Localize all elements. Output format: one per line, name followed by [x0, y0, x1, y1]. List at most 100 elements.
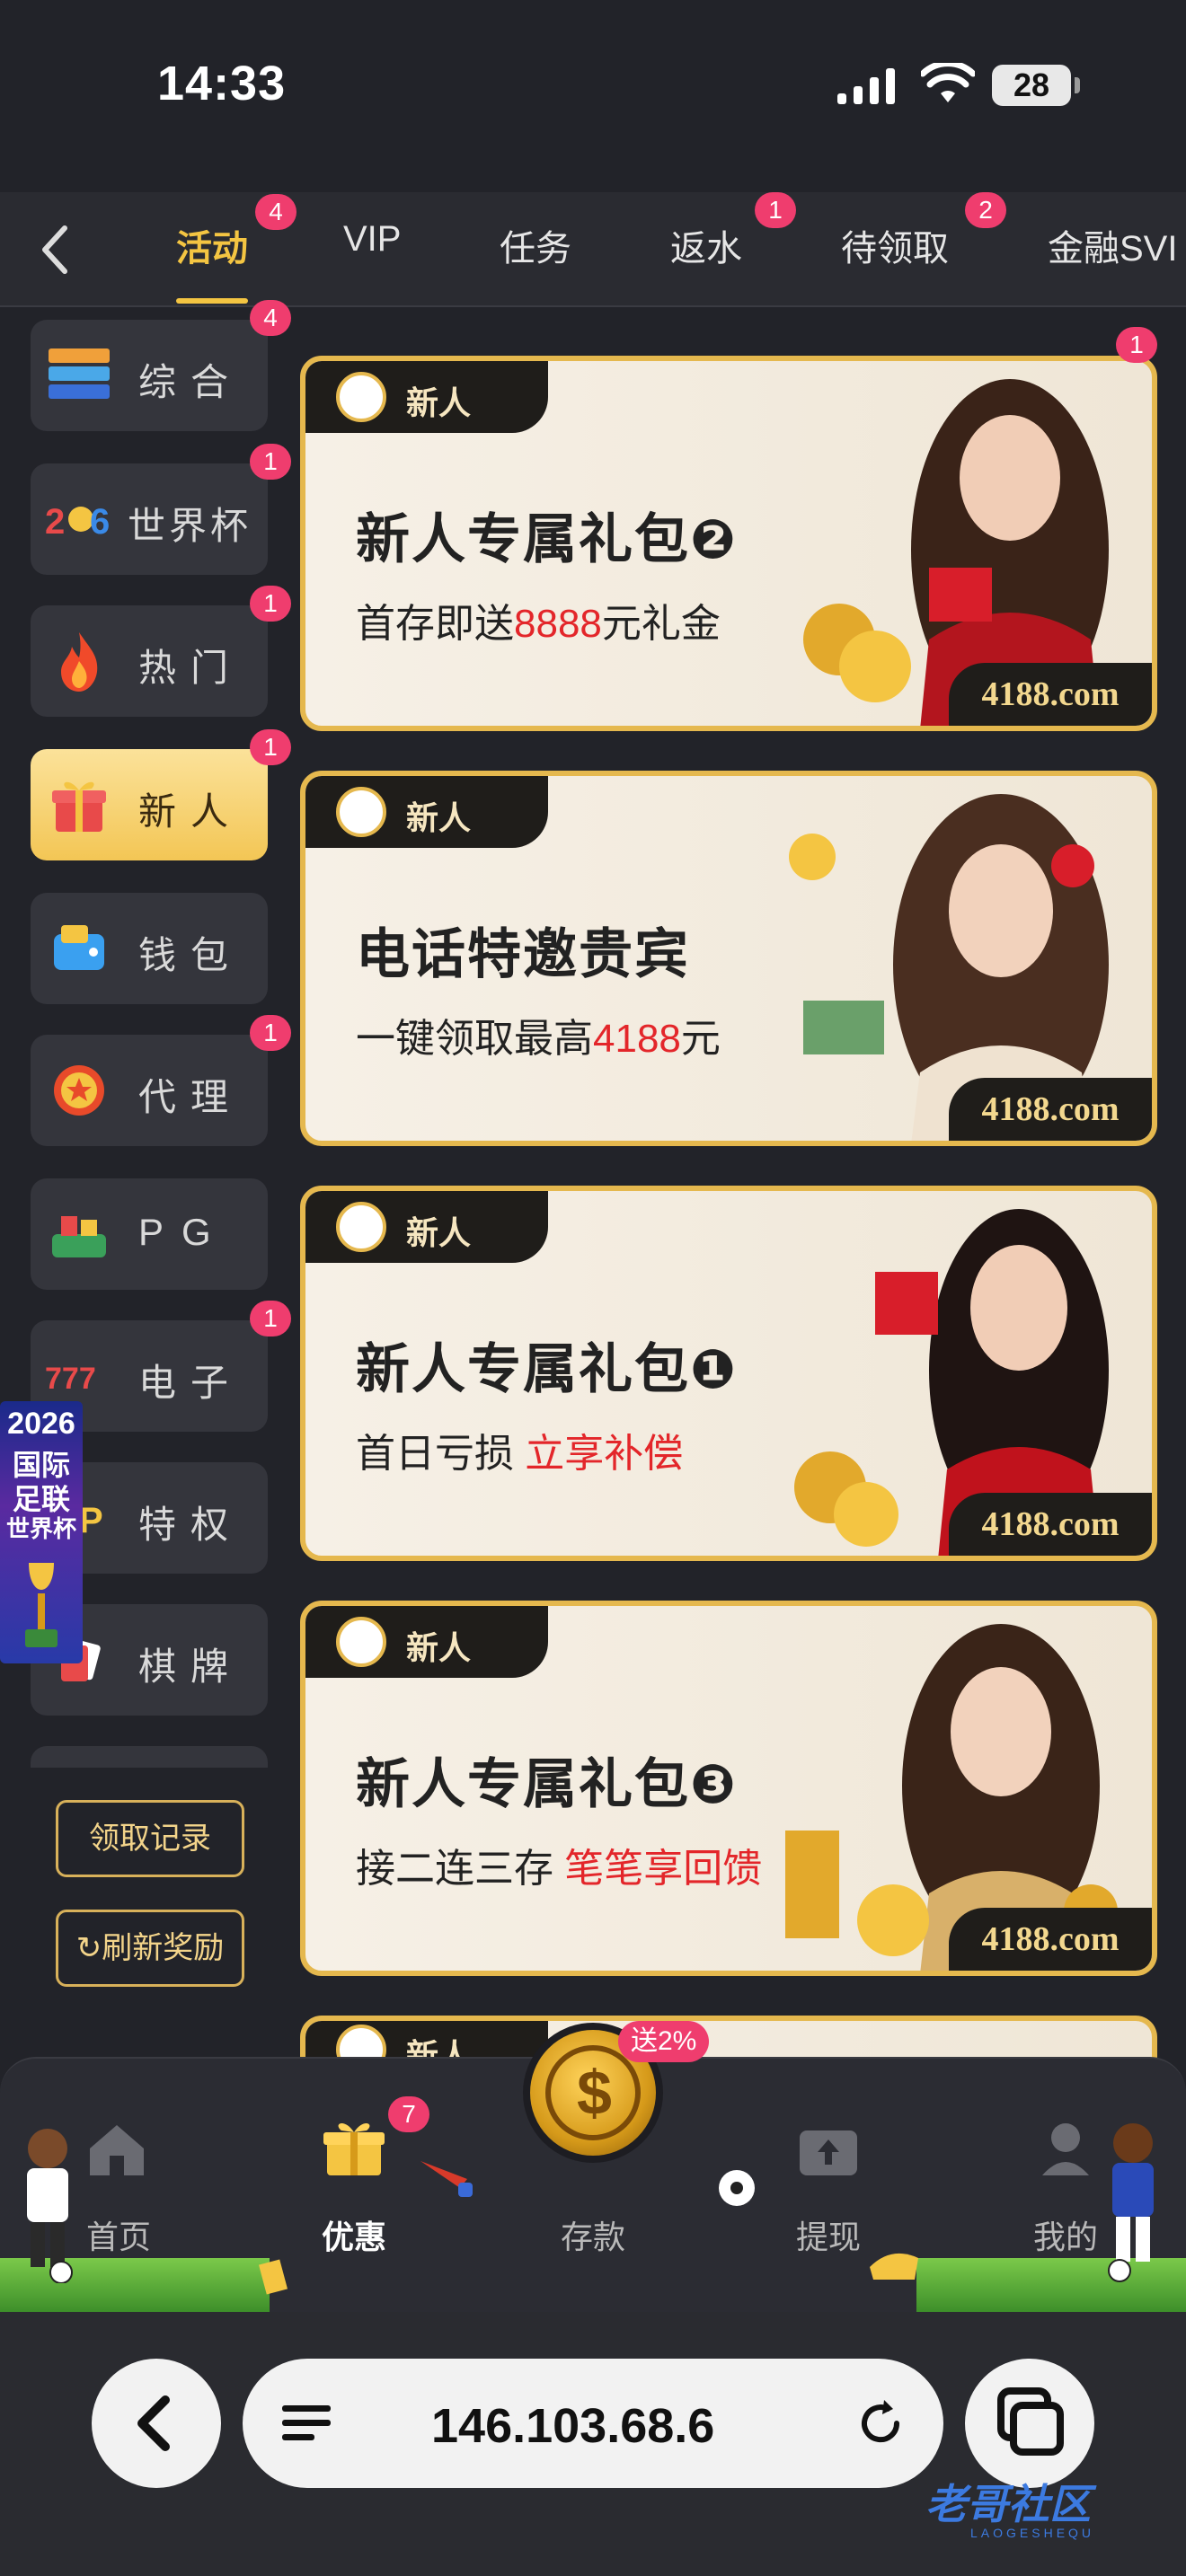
- svg-text:$: $: [577, 2058, 612, 2128]
- user-plus-icon: [336, 1202, 386, 1252]
- soccer-ball-icon: [719, 2170, 755, 2206]
- svg-text:2: 2: [45, 502, 65, 542]
- tab-finance[interactable]: 金融SVI: [1048, 219, 1177, 271]
- side-item-pg[interactable]: PG: [31, 1178, 268, 1290]
- reload-icon[interactable]: [854, 2396, 907, 2450]
- card-site: 4188.com: [949, 663, 1152, 726]
- trophy-icon: [25, 1563, 58, 1647]
- side-item-hot[interactable]: 热门 1: [31, 586, 291, 717]
- side-badge: 4: [250, 300, 291, 336]
- card-subtitle-text: 首日亏损: [356, 1432, 526, 1476]
- tab-badge: 2: [965, 192, 1006, 228]
- chevron-left-icon: [137, 2395, 170, 2451]
- side-item-agent[interactable]: 代理 1: [31, 1015, 291, 1146]
- refresh-rewards-button[interactable]: ↻刷新奖励: [56, 1910, 244, 1987]
- claim-records-button[interactable]: 领取记录: [56, 1800, 244, 1877]
- tab-badge: 1: [755, 192, 796, 228]
- side-item-general[interactable]: 综合 4: [31, 300, 291, 431]
- promo-card[interactable]: 新人 新人专属礼包❷ 首存即送8888元礼金 4188.com: [300, 356, 1157, 731]
- promo-card[interactable]: 新人 电话特邀贵宾 一键领取最高4188元 4188.com: [300, 771, 1157, 1146]
- player-mascot-left: [27, 2129, 73, 2283]
- card-badge: 1: [1116, 327, 1157, 363]
- card-site: 4188.com: [949, 1078, 1152, 1141]
- promo-card[interactable]: 新人 新人专属礼包❶ 首日亏损 立享补偿 4188.com: [300, 1186, 1157, 1561]
- side-item-world-cup[interactable]: 26 世界杯 1: [31, 444, 291, 575]
- wallet-icon: [54, 925, 104, 970]
- menu-lines-icon[interactable]: [280, 2398, 334, 2448]
- card-subtitle-highlight: 笔笔享回馈: [564, 1847, 763, 1891]
- back-arrow-icon[interactable]: [29, 216, 83, 284]
- active-tab-indicator: [176, 298, 248, 304]
- side-item-label: 世界杯: [128, 505, 252, 547]
- card-tag-bar: 新人: [305, 361, 548, 433]
- gift-icon: [52, 781, 106, 832]
- address-bar[interactable]: 146.103.68.6: [243, 2359, 943, 2488]
- deposit-bonus-badge: 送2%: [618, 2021, 710, 2062]
- side-badge: 1: [250, 1015, 291, 1051]
- promo-card[interactable]: 新人 新人专属礼包❸ 接二连三存 笔笔享回馈 4188.com: [300, 1601, 1157, 1976]
- status-time: 14:33: [157, 57, 287, 110]
- side-badge: 1: [250, 586, 291, 622]
- card-title: 新人专属礼包❷: [356, 509, 738, 569]
- tab-label: VIP: [343, 219, 402, 259]
- tab-vip[interactable]: VIP: [343, 219, 401, 260]
- status-bar: 14:33 28: [0, 0, 1186, 180]
- card-subtitle: 接二连三存 笔笔享回馈: [356, 1836, 762, 1893]
- side-item-label: 棋牌: [138, 1645, 243, 1688]
- card-tag: 新人: [406, 799, 472, 836]
- side-item-label: 电子: [138, 1362, 243, 1404]
- top-tab-bar: 活动 4 VIP 任务 返水 1 待领取 2 金融SVI: [0, 192, 1186, 307]
- card-subtitle: 首日亏损 立享补偿: [356, 1421, 683, 1478]
- card-tag: 新人: [406, 1214, 472, 1251]
- tab-activity[interactable]: 活动: [176, 219, 248, 271]
- nav-home[interactable]: 首页: [65, 2211, 173, 2258]
- promo-year: 2026: [7, 1407, 75, 1441]
- user-plus-icon: [336, 1617, 386, 1667]
- side-badge: 1: [250, 729, 291, 765]
- card-subtitle-text: 元: [680, 1017, 721, 1061]
- promo-line: 世界杯: [5, 1515, 76, 1542]
- user-plus-icon: [336, 787, 386, 837]
- tab-label: 返水: [670, 229, 742, 269]
- card-tag-bar: 新人: [305, 1191, 548, 1263]
- card-tag: 新人: [406, 1629, 472, 1666]
- svg-text:P: P: [79, 1501, 103, 1540]
- nav-mine[interactable]: 我的: [1012, 2211, 1120, 2258]
- card-subtitle-text: 首存即送: [356, 602, 514, 646]
- battery-indicator: 28: [992, 65, 1080, 106]
- bottom-nav-bar: 首页 7 优惠 $ 送2% 存款 提现 我的: [0, 2021, 1186, 2312]
- player-mascot-right: [1108, 2123, 1154, 2282]
- nav-badge: 7: [388, 2096, 429, 2132]
- card-subtitle: 一键领取最高4188元: [356, 1006, 721, 1063]
- card-subtitle-text: 接二连三存: [356, 1847, 565, 1891]
- tab-rebate[interactable]: 返水: [670, 219, 742, 271]
- card-tag-bar: 新人: [305, 776, 548, 848]
- side-item-label: 特权: [138, 1504, 243, 1546]
- gift-icon: [323, 2122, 385, 2175]
- card-subtitle-highlight: 立享补偿: [525, 1432, 684, 1476]
- watermark-subtext: LAOGESHEQU: [970, 2526, 1095, 2540]
- tab-label: 任务: [500, 229, 571, 269]
- world-cup-promo-banner[interactable]: 2026 国际 足联 世界杯: [0, 1401, 83, 1663]
- nav-deposit[interactable]: 存款: [539, 2211, 647, 2258]
- fire-icon: [61, 632, 98, 692]
- side-item-label: PG: [138, 1211, 229, 1253]
- url-text: 146.103.68.6: [431, 2399, 715, 2453]
- card-site: 4188.com: [949, 1908, 1152, 1971]
- browser-back-button[interactable]: [92, 2359, 221, 2488]
- card-subtitle: 首存即送8888元礼金: [356, 591, 721, 648]
- tab-label: 待领取: [841, 229, 949, 269]
- side-item-label: 新人: [138, 790, 243, 833]
- tab-pending[interactable]: 待领取: [841, 219, 949, 271]
- side-item-newbie[interactable]: 新人 1: [31, 729, 291, 860]
- nav-promotions[interactable]: 优惠: [300, 2211, 408, 2258]
- card-subtitle-text: 元礼金: [601, 602, 721, 646]
- card-tag-bar: 新人: [305, 1606, 548, 1678]
- tab-tasks[interactable]: 任务: [500, 219, 571, 271]
- browser-tabs-button[interactable]: [965, 2359, 1094, 2488]
- card-subtitle-text: 一键领取最高: [356, 1017, 593, 1061]
- world-cup-icon: 26: [45, 502, 110, 542]
- tab-label: 活动: [176, 229, 248, 269]
- agent-medal-icon: [54, 1065, 104, 1116]
- side-item-wallet[interactable]: 钱包: [31, 893, 268, 1004]
